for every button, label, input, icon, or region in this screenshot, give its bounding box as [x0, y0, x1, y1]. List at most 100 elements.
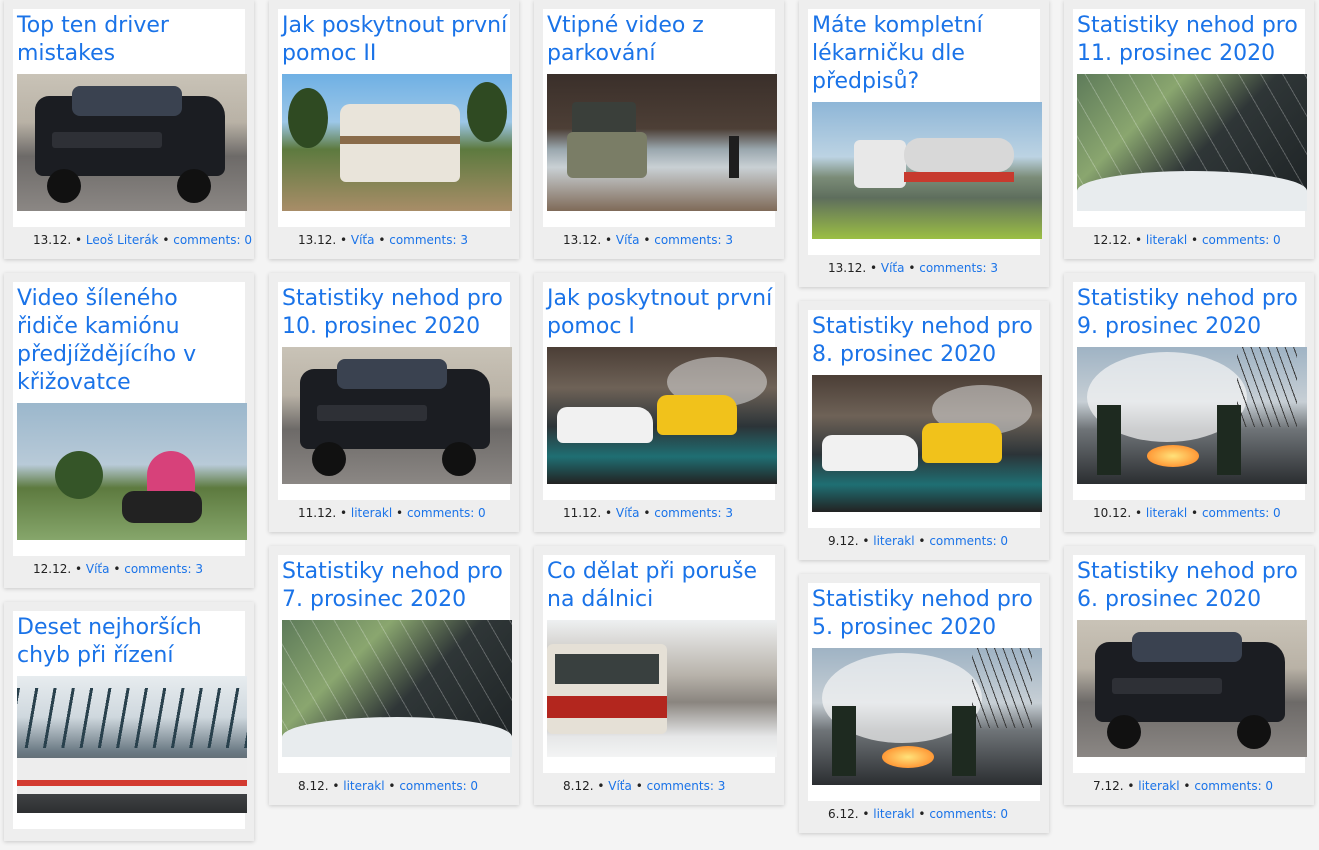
- tram-snow-photo[interactable]: [547, 620, 777, 757]
- broken-windshield-photo[interactable]: [1077, 74, 1307, 211]
- train-station-photo[interactable]: [17, 676, 247, 813]
- article-meta: 7.12. • literakl • comments: 0: [1093, 779, 1274, 793]
- author-link[interactable]: Víťa: [881, 261, 905, 275]
- comments-link[interactable]: comments: 0: [1202, 233, 1281, 247]
- comments-link[interactable]: comments: 0: [929, 807, 1008, 821]
- article-meta: 11.12. • Víťa • comments: 3: [563, 506, 733, 520]
- article-title-link[interactable]: Statistiky nehod pro 10. prosinec 2020: [278, 285, 510, 341]
- article-title-link[interactable]: Statistiky nehod pro 11. prosinec 2020: [1073, 12, 1305, 68]
- comments-link[interactable]: comments: 3: [654, 233, 733, 247]
- lake-camper-photo[interactable]: [547, 74, 777, 211]
- article-date: 9.12.: [828, 534, 859, 548]
- author-link[interactable]: Víťa: [86, 562, 110, 576]
- article-card: Top ten driver mistakes 13.12. • Leoš Li…: [4, 0, 254, 259]
- article-meta: 8.12. • literakl • comments: 0: [298, 779, 479, 793]
- article-card: Statistiky nehod pro 9. prosinec 2020 10…: [1064, 273, 1314, 532]
- author-link[interactable]: literakl: [873, 807, 914, 821]
- article-date: 6.12.: [828, 807, 859, 821]
- article-meta: 9.12. • literakl • comments: 0: [828, 534, 1009, 548]
- comments-link[interactable]: comments: 0: [407, 506, 486, 520]
- comments-link[interactable]: comments: 3: [647, 779, 726, 793]
- article-meta: 13.12. • Víťa • comments: 3: [828, 261, 998, 275]
- comments-link[interactable]: comments: 0: [1202, 506, 1281, 520]
- car-crash-photo[interactable]: [17, 74, 247, 211]
- article-date: 13.12.: [298, 233, 337, 247]
- article-date: 13.12.: [563, 233, 602, 247]
- article-card: Video šíleného řidiče kamiónu předjížděj…: [4, 273, 254, 588]
- broken-windshield-photo[interactable]: [282, 620, 512, 757]
- article-date: 10.12.: [1093, 506, 1132, 520]
- rv-camper-photo[interactable]: [282, 74, 512, 211]
- article-card: Jak poskytnout první pomoc I 11.12. • Ví…: [534, 273, 784, 532]
- article-masonry-grid: Top ten driver mistakes 13.12. • Leoš Li…: [0, 0, 1319, 850]
- article-meta: 13.12. • Víťa • comments: 3: [563, 233, 733, 247]
- article-date: 13.12.: [828, 261, 867, 275]
- car-crash-photo[interactable]: [282, 347, 512, 484]
- article-title-link[interactable]: Máte kompletní lékarničku dle předpisů?: [808, 12, 1040, 96]
- article-title-link[interactable]: Statistiky nehod pro 6. prosinec 2020: [1073, 558, 1305, 614]
- author-link[interactable]: literakl: [1146, 233, 1187, 247]
- article-title-link[interactable]: Statistiky nehod pro 7. prosinec 2020: [278, 558, 510, 614]
- comments-link[interactable]: comments: 3: [919, 261, 998, 275]
- comments-link[interactable]: comments: 3: [124, 562, 203, 576]
- article-title-link[interactable]: Statistiky nehod pro 5. prosinec 2020: [808, 586, 1040, 642]
- article-meta: 8.12. • Víťa • comments: 3: [563, 779, 726, 793]
- article-date: 8.12.: [298, 779, 329, 793]
- column-4: Máte kompletní lékarničku dle předpisů? …: [799, 0, 1049, 847]
- comments-link[interactable]: comments: 3: [654, 506, 733, 520]
- author-link[interactable]: Víťa: [616, 506, 640, 520]
- article-card: Statistiky nehod pro 6. prosinec 2020 7.…: [1064, 546, 1314, 805]
- article-title-link[interactable]: Jak poskytnout první pomoc I: [543, 285, 775, 341]
- article-title-link[interactable]: Co dělat při poruše na dálnici: [543, 558, 775, 614]
- article-meta: 12.12. • Víťa • comments: 3: [33, 562, 203, 576]
- author-link[interactable]: Leoš Literák: [86, 233, 159, 247]
- author-link[interactable]: literakl: [1146, 506, 1187, 520]
- firefighters-photo[interactable]: [812, 648, 1042, 785]
- article-title-link[interactable]: Video šíleného řidiče kamiónu předjížděj…: [13, 285, 245, 397]
- rally-cars-photo[interactable]: [812, 375, 1042, 512]
- article-meta: 12.12. • literakl • comments: 0: [1093, 233, 1281, 247]
- article-title-link[interactable]: Deset nejhorších chyb při řízení: [13, 614, 245, 670]
- column-2: Jak poskytnout první pomoc II 13.12. • V…: [269, 0, 519, 819]
- article-date: 11.12.: [563, 506, 602, 520]
- article-meta: 13.12. • Leoš Literák • comments: 0: [33, 233, 252, 247]
- article-card: Statistiky nehod pro 10. prosinec 2020 1…: [269, 273, 519, 532]
- column-3: Vtipné video z parkování 13.12. • Víťa •…: [534, 0, 784, 819]
- comments-link[interactable]: comments: 0: [1194, 779, 1273, 793]
- comments-link[interactable]: comments: 3: [389, 233, 468, 247]
- column-1: Top ten driver mistakes 13.12. • Leoš Li…: [4, 0, 254, 850]
- car-crash-photo[interactable]: [1077, 620, 1307, 757]
- article-title-link[interactable]: Statistiky nehod pro 9. prosinec 2020: [1073, 285, 1305, 341]
- article-date: 11.12.: [298, 506, 337, 520]
- article-card: Statistiky nehod pro 11. prosinec 2020 1…: [1064, 0, 1314, 259]
- rally-cars-photo[interactable]: [547, 347, 777, 484]
- article-card: Vtipné video z parkování 13.12. • Víťa •…: [534, 0, 784, 259]
- article-card: Co dělat při poruše na dálnici 8.12. • V…: [534, 546, 784, 805]
- article-title-link[interactable]: Jak poskytnout první pomoc II: [278, 12, 510, 68]
- article-title-link[interactable]: Statistiky nehod pro 8. prosinec 2020: [808, 313, 1040, 369]
- motorbike-photo[interactable]: [17, 403, 247, 540]
- author-link[interactable]: Víťa: [351, 233, 375, 247]
- author-link[interactable]: literakl: [1138, 779, 1179, 793]
- article-card: Statistiky nehod pro 7. prosinec 2020 8.…: [269, 546, 519, 805]
- author-link[interactable]: literakl: [343, 779, 384, 793]
- article-card: Deset nejhorších chyb při řízení: [4, 602, 254, 841]
- article-card: Máte kompletní lékarničku dle předpisů? …: [799, 0, 1049, 287]
- author-link[interactable]: Víťa: [616, 233, 640, 247]
- comments-link[interactable]: comments: 0: [929, 534, 1008, 548]
- author-link[interactable]: Víťa: [608, 779, 632, 793]
- article-meta: 13.12. • Víťa • comments: 3: [298, 233, 468, 247]
- article-meta: 10.12. • literakl • comments: 0: [1093, 506, 1281, 520]
- article-title-link[interactable]: Vtipné video z parkování: [543, 12, 775, 68]
- article-card: Statistiky nehod pro 8. prosinec 2020 9.…: [799, 301, 1049, 560]
- article-title-link[interactable]: Top ten driver mistakes: [13, 12, 245, 68]
- article-date: 7.12.: [1093, 779, 1124, 793]
- tanker-truck-photo[interactable]: [812, 102, 1042, 239]
- comments-link[interactable]: comments: 0: [173, 233, 252, 247]
- comments-link[interactable]: comments: 0: [399, 779, 478, 793]
- author-link[interactable]: literakl: [351, 506, 392, 520]
- article-date: 8.12.: [563, 779, 594, 793]
- author-link[interactable]: literakl: [873, 534, 914, 548]
- article-date: 12.12.: [1093, 233, 1132, 247]
- firefighters-photo[interactable]: [1077, 347, 1307, 484]
